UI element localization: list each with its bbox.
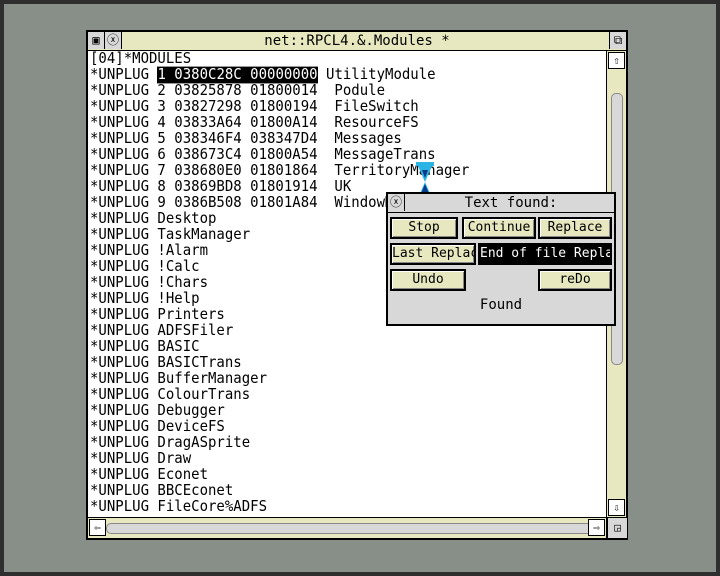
- stop-button[interactable]: Stop: [390, 217, 458, 239]
- line-suffix: UtilityModule: [317, 66, 436, 84]
- text-line: [04]*MODULES: [90, 51, 192, 68]
- arrow-down-icon[interactable]: ⇩: [608, 499, 625, 516]
- toggle-size-icon[interactable]: ⧉: [609, 32, 626, 49]
- continue-button[interactable]: Continue: [462, 217, 536, 239]
- text-line: *UNPLUG Printers: [90, 306, 225, 324]
- text-line: *UNPLUG 7 038680E0 01801864 TerritoryMan…: [90, 162, 470, 180]
- horizontal-scrollbar[interactable]: ⇦ ⇨: [88, 518, 606, 538]
- text-line: *UNPLUG !Calc: [90, 258, 200, 276]
- text-line: *UNPLUG 6 038673C4 01800A54 MessageTrans: [90, 146, 436, 164]
- dialog-titlebar[interactable]: ⓧ Text found:: [388, 194, 614, 213]
- text-line: *UNPLUG !Alarm: [90, 242, 209, 260]
- text-line: *UNPLUG Desktop: [90, 210, 217, 228]
- text-line: *UNPLUG BASICTrans: [90, 354, 242, 372]
- text-line: *UNPLUG !Chars: [90, 274, 209, 292]
- text-line: *UNPLUG 5 038346F4 038347D4 Messages: [90, 130, 402, 148]
- close-icon[interactable]: ⓧ: [105, 32, 122, 49]
- text-line: *UNPLUG Debugger: [90, 402, 225, 420]
- redo-button[interactable]: reDo: [538, 269, 612, 291]
- text-found-dialog[interactable]: ⓧ Text found: Stop Continue Replace Last…: [386, 192, 616, 326]
- text-line: *UNPLUG TaskManager: [90, 226, 251, 244]
- text-line: *UNPLUG 1 0380C28C 00000000 UtilityModul…: [90, 66, 436, 84]
- end-of-file-replace-button[interactable]: End of file Replace: [478, 243, 612, 265]
- back-icon[interactable]: ▣: [88, 32, 105, 49]
- window-titlebar[interactable]: ▣ ⓧ net::RPCL4.&.Modules * ⧉: [88, 32, 626, 51]
- text-line: *UNPLUG DeviceFS: [90, 418, 225, 436]
- replace-button[interactable]: Replace: [538, 217, 612, 239]
- dialog-title: Text found:: [464, 195, 558, 211]
- window-title: net::RPCL4.&.Modules *: [264, 33, 450, 49]
- status-text: Found: [479, 297, 523, 313]
- dialog-body: Stop Continue Replace Last Replace End o…: [388, 213, 614, 324]
- found-text-selection: 1 0380C28C 00000000: [157, 66, 318, 84]
- last-replace-button[interactable]: Last Replace: [390, 243, 476, 265]
- text-line: *UNPLUG DragASprite: [90, 434, 251, 452]
- text-line: *UNPLUG !Help: [90, 290, 200, 308]
- text-line: *UNPLUG 2 03825878 01800014 Podule: [90, 82, 386, 100]
- close-icon[interactable]: ⓧ: [388, 194, 405, 211]
- undo-button[interactable]: Undo: [390, 269, 466, 291]
- text-line: *UNPLUG ColourTrans: [90, 386, 251, 404]
- line-prefix: *UNPLUG: [90, 66, 158, 84]
- arrow-left-icon[interactable]: ⇦: [89, 519, 106, 536]
- text-line: *UNPLUG Draw: [90, 450, 192, 468]
- arrow-up-icon[interactable]: ⇧: [608, 52, 625, 69]
- text-line: *UNPLUG BASIC: [90, 338, 200, 356]
- horizontal-scroll-thumb[interactable]: [106, 523, 592, 534]
- text-line: *UNPLUG 4 03833A64 01800A14 ResourceFS: [90, 114, 419, 132]
- text-line: *UNPLUG ADFSFiler: [90, 322, 234, 340]
- text-line: *UNPLUG FileCore%ADFS: [90, 498, 268, 516]
- text-line: *UNPLUG 8 03869BD8 01801914 UK: [90, 178, 352, 196]
- resize-icon[interactable]: ◲: [607, 518, 627, 538]
- text-line: *UNPLUG BBCEconet: [90, 482, 234, 500]
- text-line: *UNPLUG Econet: [90, 466, 209, 484]
- text-line: *UNPLUG BufferManager: [90, 370, 268, 388]
- arrow-right-icon[interactable]: ⇨: [588, 519, 605, 536]
- text-line: *UNPLUG 3 03827298 01800194 FileSwitch: [90, 98, 419, 116]
